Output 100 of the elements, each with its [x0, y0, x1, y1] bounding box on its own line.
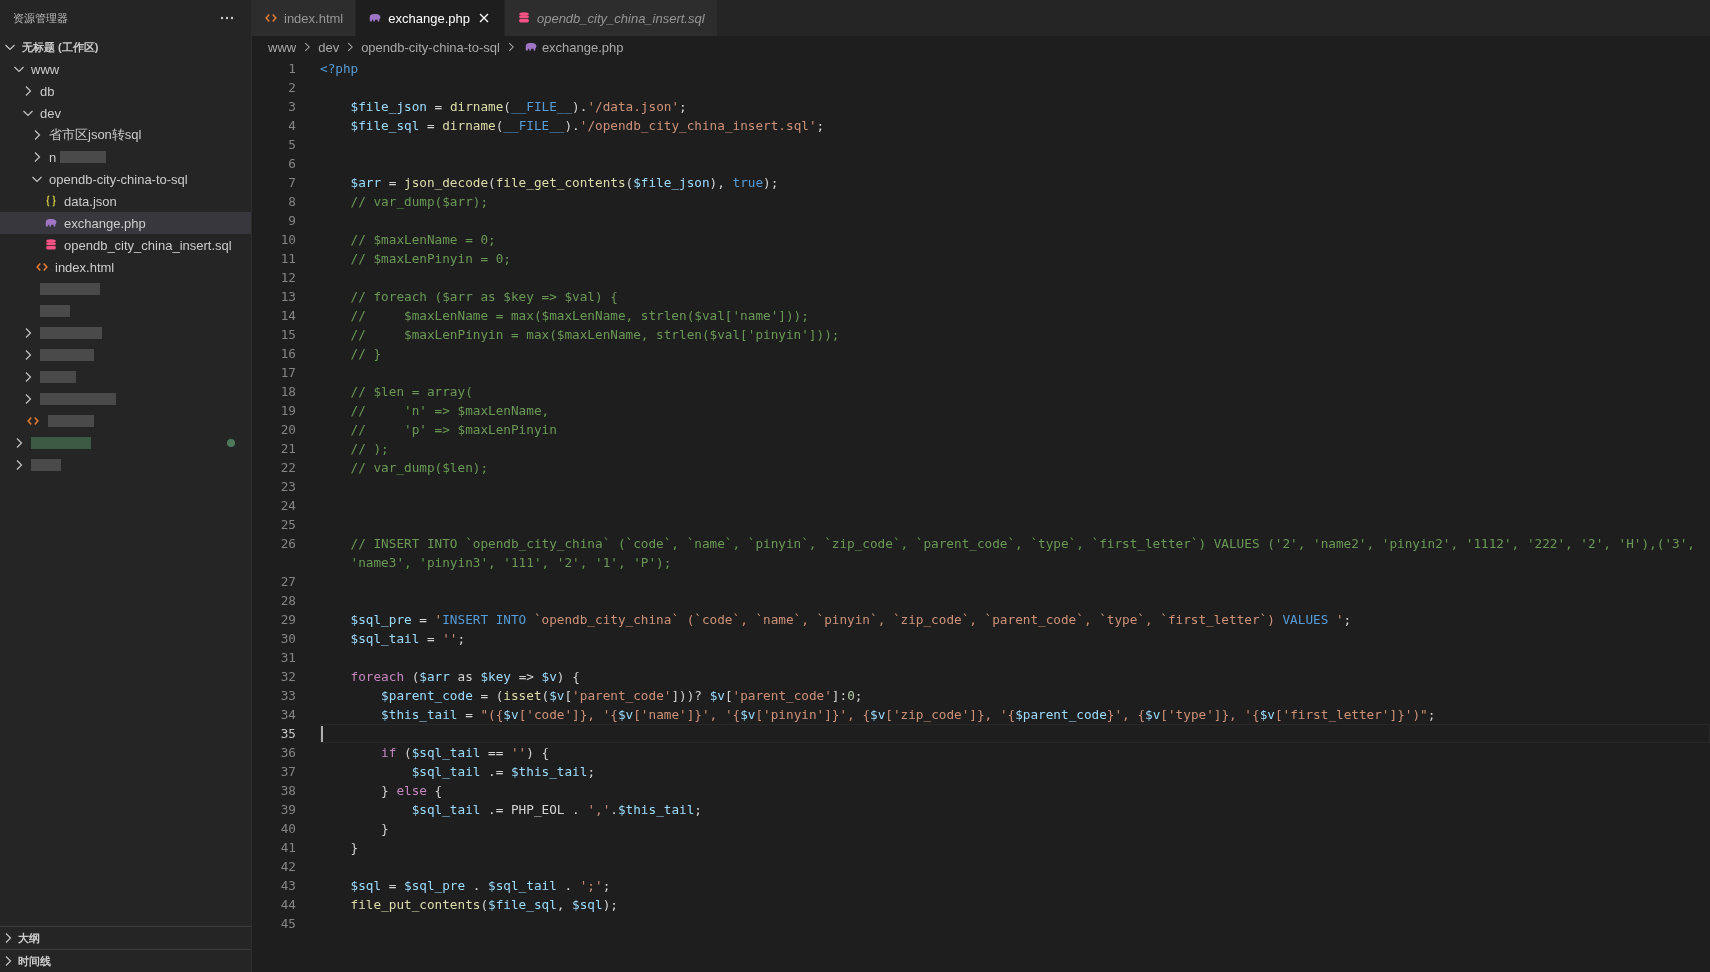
line-number: 43: [279, 877, 297, 895]
code-line: $sql_pre = 'INSERT INTO `opendb_city_china` (`code`, `name`, `pinyin`, `zip_code`, `parent_code`, `type`, `first_letter`) VALUES ';: [349, 611, 1352, 629]
code-line: 'name3', 'pinyin3', '111', '2', '1', 'P');: [349, 554, 672, 572]
line-number: 1: [287, 60, 297, 78]
line-number: 25: [279, 516, 297, 534]
tree-item[interactable]: db: [0, 80, 251, 102]
editor-tab[interactable]: exchange.php: [356, 0, 505, 36]
code-line: // var_dump($arr);: [349, 193, 489, 211]
tree-item[interactable]: index.html: [0, 256, 251, 278]
code-line: $file_json = dirname(__FILE__).'/data.json';: [349, 98, 687, 116]
tree-item[interactable]: opendb_city_china_insert.sql: [0, 234, 251, 256]
line-number: 22: [279, 459, 297, 477]
code-brackets-icon: [264, 11, 278, 25]
code-line: // 'p' => $maxLenPinyin: [349, 421, 557, 439]
code-line: // $maxLenPinyin = max($maxLenName, strlen($val['pinyin']));: [349, 326, 840, 344]
code-line: // INSERT INTO `opendb_city_china` (`code`, `name`, `pinyin`, `zip_code`, `parent_code`, `type`, `first_letter`) VALUES ('2', 'name2', 'pinyin2', '1112', '222', '2', 'H'),('3',: [349, 535, 1695, 553]
line-number: 27: [279, 573, 297, 591]
panel-header[interactable]: 大纲: [0, 926, 251, 949]
line-number: 34: [279, 706, 297, 724]
code-line: // $maxLenPinyin = 0;: [349, 250, 511, 268]
text-cursor: [321, 726, 323, 742]
line-number: 28: [279, 592, 297, 610]
code-line: // );: [349, 440, 389, 458]
line-number: 31: [279, 649, 297, 667]
sidebar-title: 资源管理器: [13, 10, 68, 26]
code-line: }: [380, 820, 389, 838]
breadcrumb-item[interactable]: www: [268, 39, 297, 55]
line-number: 16: [279, 345, 297, 363]
line-number: 41: [279, 839, 297, 857]
line-number: 29: [279, 611, 297, 629]
line-number: 5: [287, 136, 297, 154]
line-number: 38: [279, 782, 297, 800]
code-line: // $maxLenName = 0;: [349, 231, 496, 249]
line-number: 33: [279, 687, 297, 705]
code-line: $this_tail = "({$v['code']}, '{$v['name']}', '{$v['pinyin']}', {$v['zip_code']}, '{$parent_code}', {$v['type']}, '{$v['first_letter']}')";: [380, 706, 1436, 724]
code-brackets-icon: [26, 414, 40, 428]
code-line: if ($sql_tail == '') {: [380, 744, 550, 762]
database-icon: [44, 238, 58, 252]
breadcrumb-item[interactable]: dev: [318, 39, 340, 55]
line-number: 40: [279, 820, 297, 838]
line-number: 39: [279, 801, 297, 819]
line-number: 21: [279, 440, 297, 458]
code-line: // $len = array(: [349, 383, 473, 401]
line-number: 14: [279, 307, 297, 325]
line-number: 19: [279, 402, 297, 420]
line-number: 26: [279, 535, 297, 553]
code-line: $arr = json_decode(file_get_contents($file_json), true);: [349, 174, 779, 192]
line-number: 4: [287, 117, 297, 135]
code-line: <?php: [320, 60, 359, 78]
line-number: 3: [287, 98, 297, 116]
line-number: 11: [279, 250, 297, 268]
code-line: // foreach ($arr as $key => $val) {: [349, 288, 618, 306]
tree-item[interactable]: exchange.php: [0, 212, 251, 234]
code-line: file_put_contents($file_sql, $sql);: [349, 896, 618, 914]
code-line: $sql_tail = '';: [349, 630, 466, 648]
editor-tab[interactable]: index.html: [252, 0, 357, 36]
line-number: 42: [279, 858, 297, 876]
line-number: 2: [287, 79, 297, 97]
code-line: foreach ($arr as $key => $v) {: [349, 668, 580, 686]
code-line: $sql = $sql_pre . $sql_tail . ';';: [349, 877, 611, 895]
code-line: } else {: [380, 782, 443, 800]
tree-item[interactable]: data.json: [0, 190, 251, 212]
line-number: 35: [279, 725, 297, 743]
breadcrumb-item[interactable]: exchange.php: [541, 39, 624, 55]
line-number: 36: [279, 744, 297, 762]
elephant-icon: [44, 216, 58, 230]
line-number: 30: [279, 630, 297, 648]
panel-header[interactable]: 时间线: [0, 949, 251, 972]
tree-item[interactable]: opendb-city-china-to-sql: [0, 168, 251, 190]
breadcrumb-item[interactable]: opendb-city-china-to-sql: [361, 39, 500, 55]
line-number: 32: [279, 668, 297, 686]
elephant-icon: [523, 40, 538, 54]
line-number: 9: [287, 212, 297, 230]
code-line: $sql_tail .= PHP_EOL . ','.$this_tail;: [410, 801, 702, 819]
line-number: 6: [287, 155, 297, 173]
elephant-icon: [368, 11, 383, 25]
line-number: 24: [279, 497, 297, 515]
braces-icon: [44, 194, 58, 208]
code-line: }: [349, 839, 359, 857]
code-brackets-icon: [35, 260, 49, 274]
tree-item[interactable]: 省市区json转sql: [0, 124, 251, 146]
code-line: $file_sql = dirname(__FILE__).'/opendb_city_china_insert.sql';: [349, 117, 825, 135]
code-line: // 'n' => $maxLenName,: [349, 402, 550, 420]
line-number: 13: [279, 288, 297, 306]
line-number: 37: [279, 763, 297, 781]
code-line: // var_dump($len);: [349, 459, 489, 477]
line-number: 18: [279, 383, 297, 401]
tree-item[interactable]: dev: [0, 102, 251, 124]
code-line: // }: [349, 345, 382, 363]
code-line: $parent_code = (isset($v['parent_code']))? $v['parent_code']:0;: [380, 687, 863, 705]
tree-item[interactable]: n: [0, 146, 251, 168]
line-number: 44: [279, 896, 297, 914]
line-number: 15: [279, 326, 297, 344]
editor-tab[interactable]: opendb_city_china_insert.sql: [504, 0, 718, 36]
database-icon: [516, 11, 531, 25]
tree-item[interactable]: www: [0, 58, 251, 80]
line-number: 45: [279, 915, 297, 933]
line-number: 20: [279, 421, 297, 439]
line-number: 7: [287, 174, 297, 192]
tree-item[interactable]: 无标题 (工作区): [0, 36, 251, 58]
